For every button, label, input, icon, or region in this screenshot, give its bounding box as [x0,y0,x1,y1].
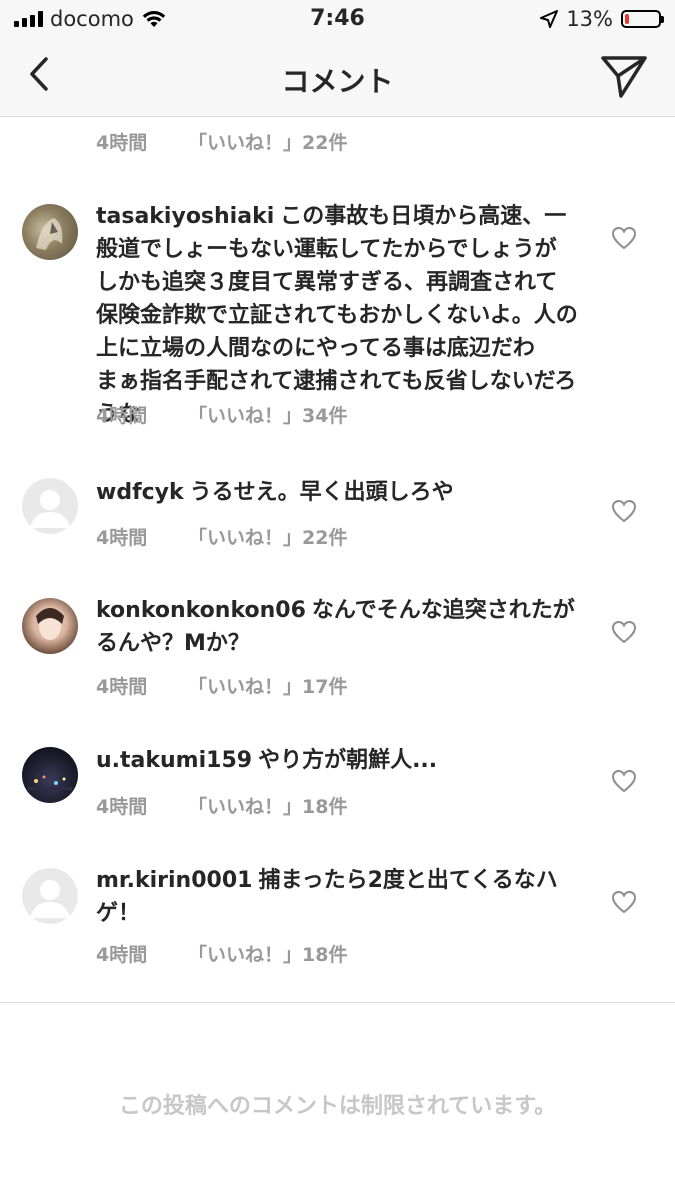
status-bar: docomo 7:46 13% [0,0,675,38]
comment-time: 4時間 [96,405,148,427]
navigation-bar: コメント [0,38,675,117]
comment-body: この事故も日頃から高速、一般道でしょーもない運転してたからでしょうが しかも追突… [96,204,579,427]
avatar[interactable] [22,598,78,654]
comment-text: tasakiyoshiaki この事故も日頃から高速、一般道でしょーもない運転して… [96,200,579,431]
comment-time: 4時間 [96,944,148,966]
like-heart-icon[interactable] [611,226,637,250]
like-heart-icon[interactable] [611,890,637,914]
comment-time: 4時間 [96,527,148,549]
page-title: コメント [281,65,394,98]
battery-percent: 13% [566,7,613,31]
comment-meta: 4時間 「いいね！」17件 [96,672,347,699]
avatar[interactable] [22,204,78,260]
comment-time: 4時間 [96,676,148,698]
default-avatar-icon [30,880,70,918]
comment-username[interactable]: tasakiyoshiaki [96,204,274,229]
comment-likes[interactable]: 「いいね！」17件 [188,672,347,699]
comment-username[interactable]: konkonkonkon06 [96,598,306,623]
like-heart-icon[interactable] [611,620,637,644]
comment-username[interactable]: mr.kirin0001 [96,868,252,893]
comment-meta: 4時間 「いいね！」22件 [96,523,347,550]
default-avatar-icon [30,490,70,528]
partial-comment-meta: 4時間 「いいね！」22件 [96,128,347,155]
comment-username[interactable]: wdfcyk [96,480,184,505]
battery-icon [621,10,664,28]
comment-likes[interactable]: 「いいね！」34件 [188,401,347,428]
comment-likes[interactable]: 「いいね！」22件 [188,128,347,155]
comment-text: konkonkonkon06 なんでそんな追突されたがるんや？Mか？ [96,594,578,660]
comment-time: 4時間 [96,132,148,154]
comment-body: やり方が朝鮮人... [258,748,438,773]
comment-meta: 4時間 「いいね！」34件 [96,401,347,428]
avatar[interactable] [22,868,78,924]
like-heart-icon[interactable] [611,499,637,523]
avatar-photo [28,775,72,790]
comment-time: 4時間 [96,796,148,818]
comment-username[interactable]: u.takumi159 [96,748,252,773]
divider [0,1002,675,1003]
paper-plane-icon [601,56,647,98]
battery-level-fill [625,14,629,24]
comment-likes[interactable]: 「いいね！」22件 [188,523,347,550]
comment-text: wdfcyk うるせえ。早く出頭しろや [96,476,578,509]
comment-body: うるせえ。早く出頭しろや [189,480,454,505]
avatar[interactable] [22,478,78,534]
location-arrow-icon [540,10,559,28]
send-button[interactable] [599,52,649,100]
comment-text: u.takumi159 やり方が朝鮮人... [96,744,578,777]
avatar-photo [36,218,63,250]
status-right: 13% [540,7,664,31]
avatar-photo [36,608,64,640]
comment-text: mr.kirin0001 捕まったら2度と出てくるなハゲ！ [96,864,578,930]
comment-likes[interactable]: 「いいね！」18件 [188,792,347,819]
comment-likes[interactable]: 「いいね！」18件 [188,940,347,967]
avatar[interactable] [22,747,78,803]
comment-meta: 4時間 「いいね！」18件 [96,792,347,819]
like-heart-icon[interactable] [611,769,637,793]
comments-restricted-notice: この投稿へのコメントは制限されています。 [118,1094,557,1119]
comment-meta: 4時間 「いいね！」18件 [96,940,347,967]
